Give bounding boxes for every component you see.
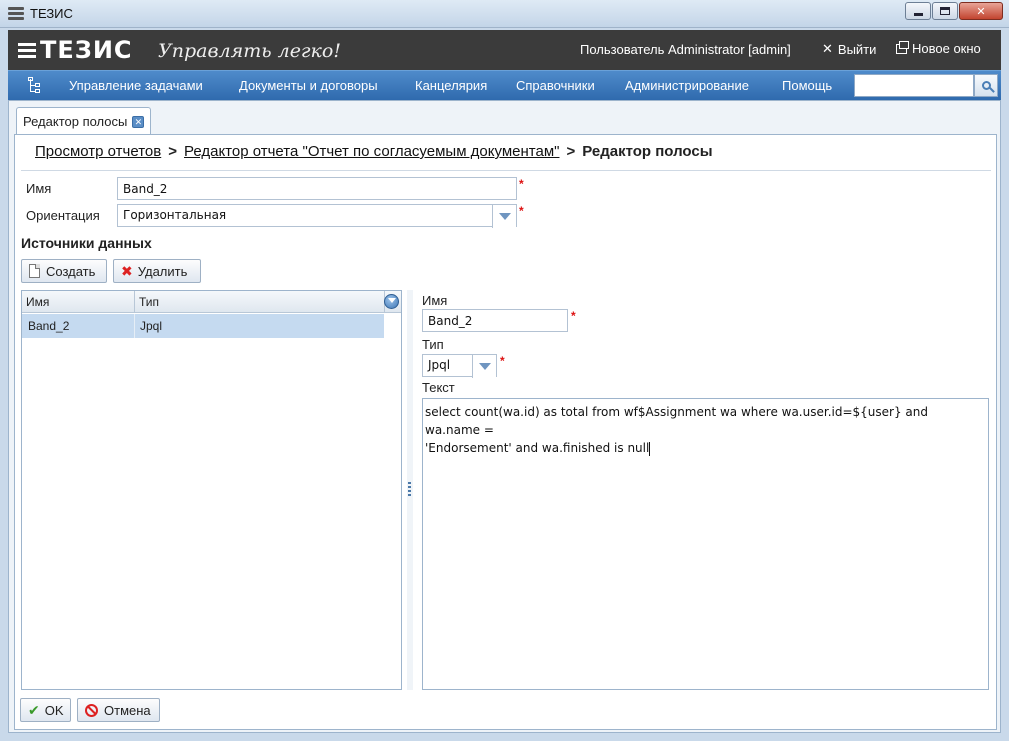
ds-text-label: Текст	[422, 380, 455, 395]
delete-icon: ✖	[121, 262, 133, 279]
text-caret	[649, 441, 651, 456]
breadcrumb-report-editor-link[interactable]: Редактор отчета "Отчет по согласуемым до…	[184, 143, 559, 160]
slogan: Управлять легко!	[158, 40, 341, 62]
required-mark: *	[571, 309, 576, 323]
split-handle[interactable]	[407, 290, 413, 690]
datasources-table: Имя Тип Band_2 Jpql	[21, 290, 402, 690]
close-tab-icon[interactable]: ✕	[132, 115, 145, 128]
maximize-button[interactable]	[932, 2, 958, 20]
menu-item-tasks[interactable]: Управление задачами	[69, 78, 203, 93]
query-text-area[interactable]: select count(wa.id) as total from wf$Ass…	[422, 398, 989, 690]
orientation-label: Ориентация	[26, 208, 100, 223]
cancel-label: Отмена	[104, 702, 151, 718]
menu-item-office[interactable]: Канцелярия	[415, 78, 487, 93]
breadcrumb: Просмотр отчетов > Редактор отчета "Отче…	[35, 143, 713, 160]
current-user: Пользователь Administrator [admin]	[580, 42, 791, 57]
required-mark: *	[519, 177, 524, 191]
datasources-title: Источники данных	[21, 235, 152, 251]
table-row[interactable]: Band_2 Jpql	[22, 314, 384, 338]
band-name-input[interactable]	[117, 177, 517, 200]
new-document-icon	[29, 264, 40, 278]
ok-button[interactable]: ✔ OK	[20, 698, 71, 722]
logo: ТЕЗИС	[40, 36, 133, 64]
menu-item-administration[interactable]: Администрирование	[625, 78, 749, 93]
menu-item-documents[interactable]: Документы и договоры	[239, 78, 378, 93]
exit-label: Выйти	[837, 41, 877, 57]
name-label: Имя	[26, 181, 52, 196]
datasource-name-input[interactable]	[422, 309, 568, 332]
exit-button[interactable]: ✕ Выйти	[822, 41, 876, 57]
divider	[21, 170, 991, 171]
ds-type-label: Тип	[422, 337, 444, 352]
band-editor-panel: Просмотр отчетов > Редактор отчета "Отче…	[14, 134, 997, 730]
cell-name: Band_2	[28, 319, 70, 333]
breadcrumb-separator: >	[168, 143, 177, 160]
logo-icon	[18, 43, 36, 61]
column-header-type[interactable]: Тип	[139, 295, 159, 309]
tab-label: Редактор полосы	[23, 114, 128, 129]
minimize-icon	[913, 12, 923, 16]
required-mark: *	[519, 204, 524, 218]
breadcrumb-separator: >	[566, 143, 576, 160]
tree-icon[interactable]	[28, 77, 42, 95]
datasource-type-select[interactable]: Jpql	[422, 354, 497, 378]
create-label: Создать	[46, 263, 96, 279]
delete-label: Удалить	[137, 263, 188, 279]
ds-name-label: Имя	[422, 293, 448, 308]
orientation-select[interactable]: Горизонтальная	[117, 204, 517, 228]
close-window-button[interactable]: ✕	[959, 2, 1003, 20]
orientation-value: Горизонтальная	[123, 208, 227, 222]
delete-button[interactable]: ✖ Удалить	[113, 259, 201, 283]
menu-item-references[interactable]: Справочники	[516, 78, 595, 93]
drag-handle-icon	[408, 482, 411, 496]
minimize-button[interactable]	[905, 2, 931, 20]
cell-type: Jpql	[140, 319, 163, 333]
new-window-icon	[896, 40, 909, 54]
app-menu-icon[interactable]	[8, 7, 24, 21]
main-menu: Управление задачами Документы и договоры…	[8, 70, 1001, 100]
type-dropdown-button[interactable]	[472, 355, 496, 378]
menu-item-help[interactable]: Помощь	[782, 78, 832, 93]
window-titlebar: ТЕЗИС ✕	[0, 0, 1009, 28]
orientation-dropdown-button[interactable]	[492, 205, 516, 228]
window-controls: ✕	[904, 2, 1003, 20]
cancel-icon	[85, 703, 98, 717]
app-header: ТЕЗИС Управлять легко! Пользователь Admi…	[8, 30, 1001, 70]
ok-label: OK	[44, 702, 64, 718]
create-button[interactable]: Создать	[21, 259, 107, 283]
chevron-down-icon	[498, 213, 511, 220]
search-icon	[981, 81, 991, 90]
breadcrumb-current: Редактор полосы	[582, 143, 713, 160]
main-area: Редактор полосы ✕ Просмотр отчетов > Ред…	[8, 100, 1001, 733]
window-title: ТЕЗИС	[30, 6, 73, 21]
required-mark: *	[500, 354, 505, 368]
cancel-button[interactable]: Отмена	[77, 698, 160, 722]
tab-band-editor[interactable]: Редактор полосы ✕	[16, 107, 152, 135]
new-window-button[interactable]: Новое окно	[896, 40, 981, 56]
column-picker-icon[interactable]	[384, 294, 399, 309]
breadcrumb-reports-link[interactable]: Просмотр отчетов	[35, 143, 161, 160]
column-header-name[interactable]: Имя	[26, 295, 49, 309]
close-icon: ✕	[976, 5, 986, 18]
close-icon: ✕	[822, 41, 833, 56]
maximize-icon	[940, 7, 950, 15]
table-header: Имя Тип	[22, 291, 401, 313]
type-value: Jpql	[428, 358, 451, 372]
chevron-down-icon	[478, 363, 491, 370]
check-icon: ✔	[28, 701, 40, 718]
search-button[interactable]	[974, 74, 998, 97]
search-input[interactable]	[854, 74, 974, 97]
new-window-label: Новое окно	[912, 41, 981, 56]
query-text: select count(wa.id) as total from wf$Ass…	[425, 405, 928, 455]
